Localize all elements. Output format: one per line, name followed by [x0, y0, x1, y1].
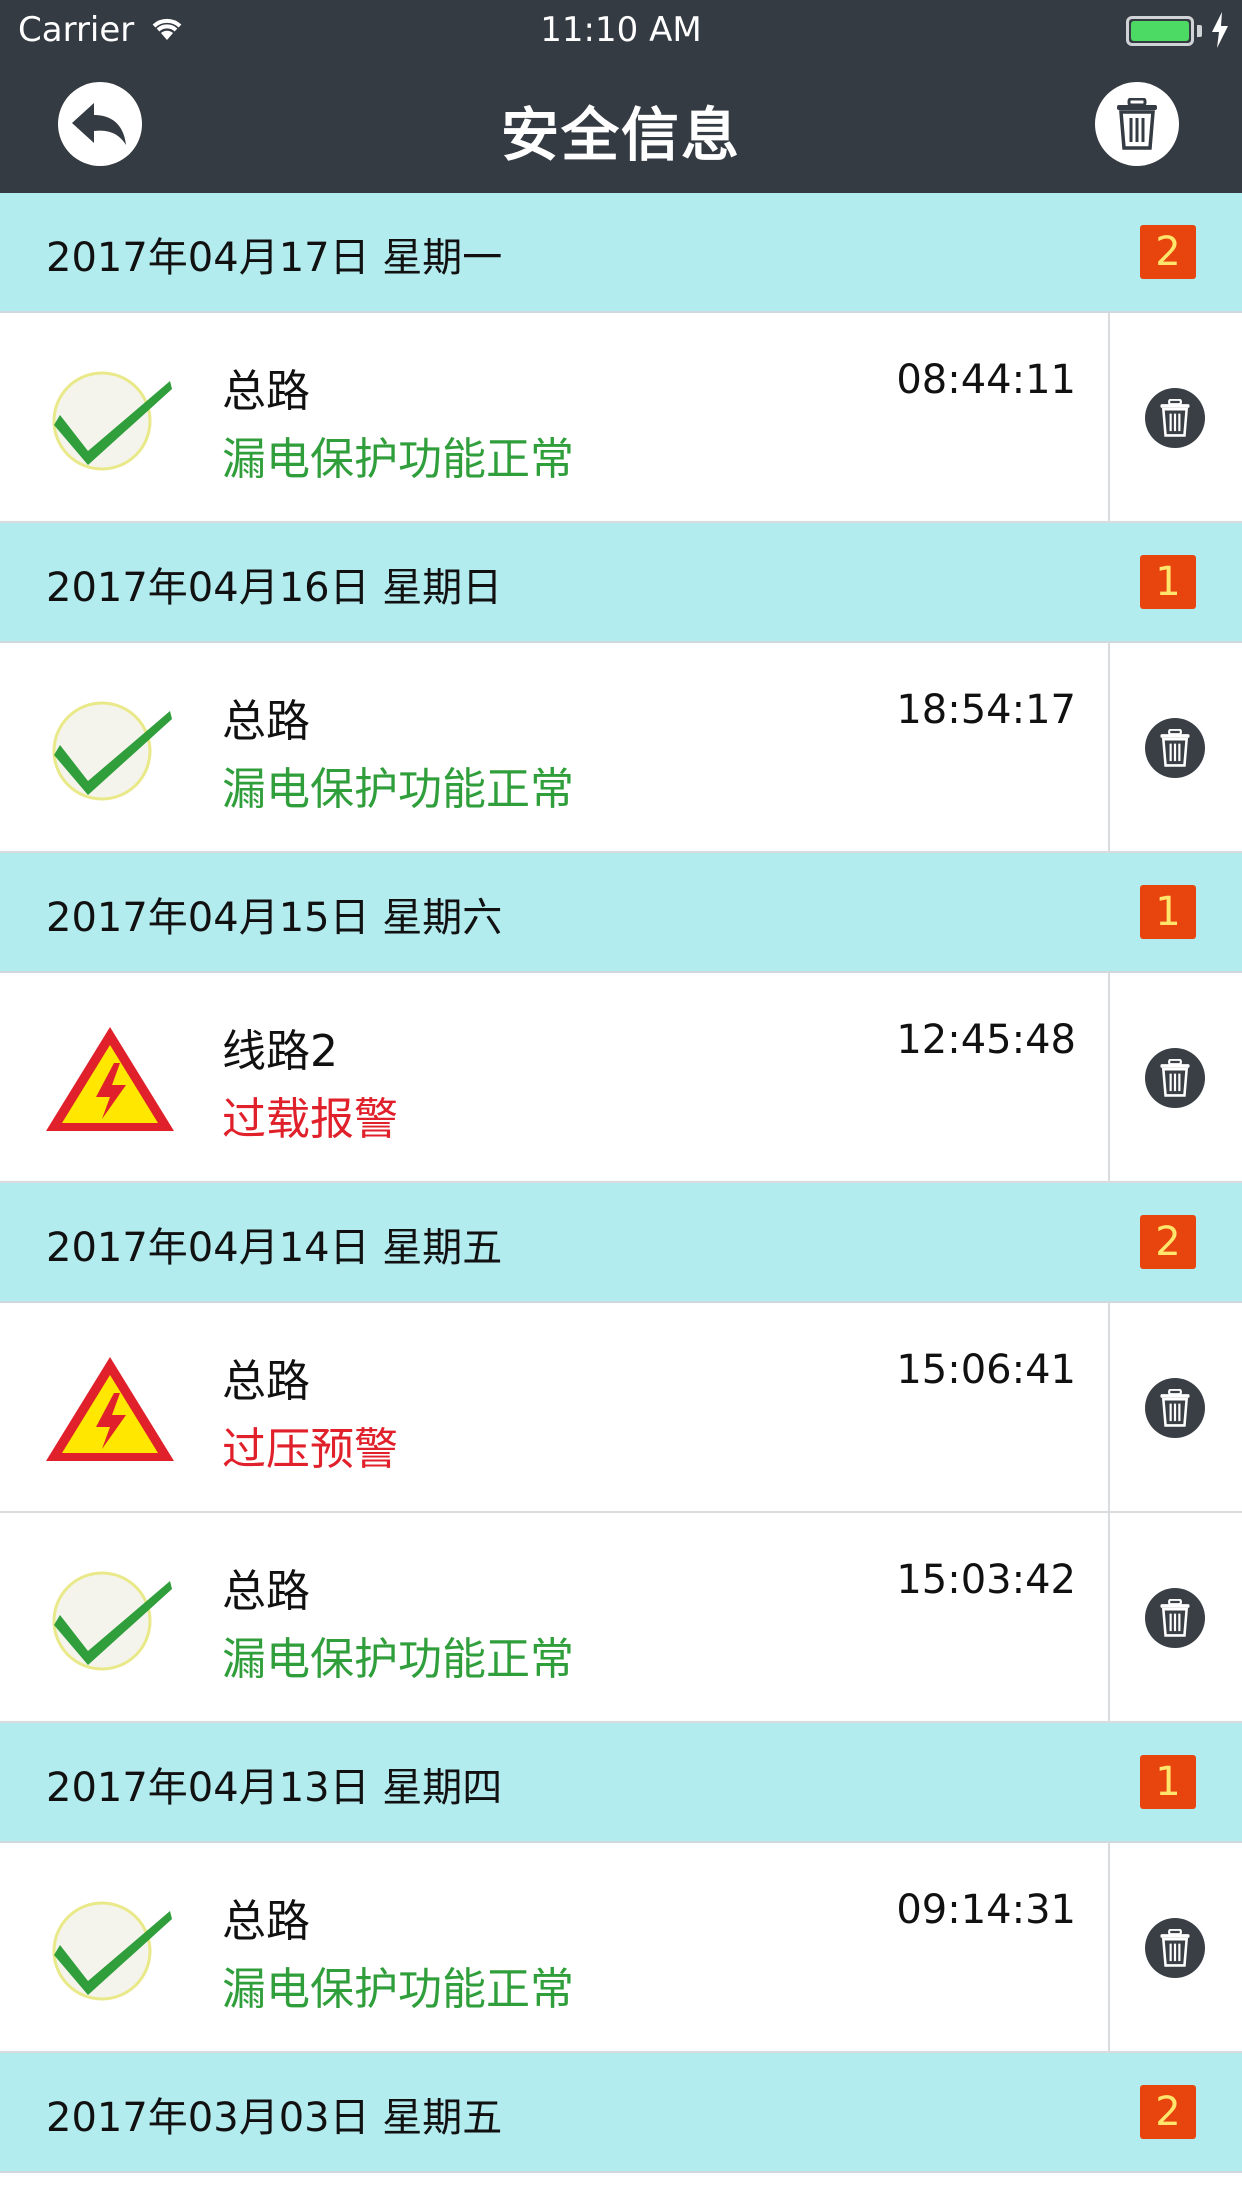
- trash-icon: [1160, 1929, 1190, 1967]
- item-time: 09:14:31: [896, 1887, 1076, 1933]
- trash-icon: [1160, 729, 1190, 767]
- section-date: 2017年04月17日 星期一: [46, 235, 503, 281]
- count-badge: 2: [1140, 225, 1196, 279]
- row-divider: [1108, 973, 1110, 1181]
- warning-icon: [46, 1027, 174, 1131]
- trash-icon: [1160, 399, 1190, 437]
- section-date: 2017年03月03日 星期五: [46, 2095, 503, 2141]
- item-status: 过压预警: [222, 1424, 398, 1475]
- list-item[interactable]: 总路 漏电保护功能正常 18:54:17: [0, 643, 1242, 853]
- section-header: 2017年04月13日 星期四 1: [0, 1723, 1242, 1843]
- item-status: 过载报警: [222, 1094, 398, 1145]
- delete-button[interactable]: [1145, 1378, 1205, 1438]
- count-badge: 1: [1140, 885, 1196, 939]
- item-time: 15:06:41: [896, 1347, 1076, 1393]
- item-status: 漏电保护功能正常: [222, 434, 574, 485]
- item-name: 总路: [222, 1356, 310, 1407]
- section-header: 2017年04月17日 星期一 2: [0, 193, 1242, 313]
- section-date: 2017年04月16日 星期日: [46, 565, 503, 611]
- count-badge: 2: [1140, 1215, 1196, 1269]
- item-name: 总路: [222, 1566, 310, 1617]
- item-name: 总路: [222, 696, 310, 747]
- count-badge: 1: [1140, 1755, 1196, 1809]
- section-date: 2017年04月14日 星期五: [46, 1225, 503, 1271]
- item-time: 12:45:48: [896, 1017, 1076, 1063]
- row-divider: [1108, 313, 1110, 521]
- battery-icon: [1126, 16, 1194, 46]
- page-title: 安全信息: [500, 101, 741, 169]
- row-divider: [1108, 1303, 1110, 1511]
- delete-button[interactable]: [1145, 388, 1205, 448]
- item-status: 漏电保护功能正常: [222, 1634, 574, 1685]
- trash-icon: [1160, 1599, 1190, 1637]
- delete-button[interactable]: [1145, 718, 1205, 778]
- trash-icon: [1160, 1059, 1190, 1097]
- row-divider: [1108, 643, 1110, 851]
- section-date: 2017年04月13日 星期四: [46, 1765, 503, 1811]
- item-name: 线路2: [222, 1026, 338, 1077]
- item-status: 漏电保护功能正常: [222, 764, 574, 815]
- navigation-bar: 安全信息: [0, 60, 1242, 193]
- section-header: 2017年04月15日 星期六 1: [0, 853, 1242, 973]
- delete-button[interactable]: [1145, 1588, 1205, 1648]
- trash-icon: [1160, 1389, 1190, 1427]
- row-divider: [1108, 1843, 1110, 2051]
- count-badge: 1: [1140, 555, 1196, 609]
- check-icon: [52, 1901, 172, 2001]
- row-divider: [1108, 1513, 1110, 1721]
- status-time: 11:10 AM: [540, 10, 702, 50]
- item-name: 总路: [222, 366, 310, 417]
- list-item[interactable]: 总路 漏电保护功能正常 09:14:31: [0, 1843, 1242, 2053]
- check-icon: [52, 371, 172, 471]
- clear-all-button[interactable]: [1095, 82, 1179, 166]
- list-item[interactable]: 总路 漏电保护功能正常 15:03:42: [0, 1513, 1242, 1723]
- item-time: 18:54:17: [896, 687, 1076, 733]
- warning-icon: [46, 1357, 174, 1461]
- battery-tip: [1197, 25, 1202, 37]
- delete-button[interactable]: [1145, 1048, 1205, 1108]
- event-list: 2017年04月17日 星期一 2 总路 漏电保护功能正常 08:44:11 2…: [0, 193, 1242, 2173]
- check-icon: [52, 701, 172, 801]
- status-bar: Carrier 11:10 AM: [0, 0, 1242, 60]
- list-item[interactable]: 总路 漏电保护功能正常 08:44:11: [0, 313, 1242, 523]
- count-badge: 2: [1140, 2085, 1196, 2139]
- check-icon: [52, 1571, 172, 1671]
- list-item[interactable]: 线路2 过载报警 12:45:48: [0, 973, 1242, 1183]
- item-time: 08:44:11: [896, 357, 1076, 403]
- list-item[interactable]: 总路 过压预警 15:06:41: [0, 1303, 1242, 1513]
- charging-icon: [1212, 12, 1228, 48]
- delete-button[interactable]: [1145, 1918, 1205, 1978]
- section-header: 2017年04月16日 星期日 1: [0, 523, 1242, 643]
- section-header: 2017年03月03日 星期五 2: [0, 2053, 1242, 2173]
- item-status: 漏电保护功能正常: [222, 1964, 574, 2015]
- trash-icon: [1117, 98, 1157, 150]
- section-date: 2017年04月15日 星期六: [46, 895, 503, 941]
- section-header: 2017年04月14日 星期五 2: [0, 1183, 1242, 1303]
- item-name: 总路: [222, 1896, 310, 1947]
- item-time: 15:03:42: [896, 1557, 1076, 1603]
